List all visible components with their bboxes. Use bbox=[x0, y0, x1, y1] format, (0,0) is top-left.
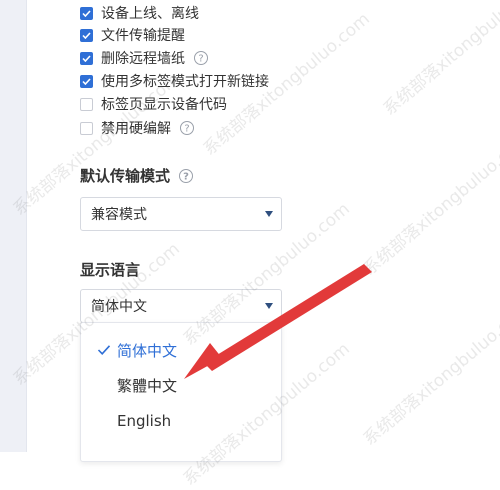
watermark-text: 系统部落xitongbuluo.com bbox=[379, 0, 500, 120]
help-circle-icon[interactable]: ? bbox=[193, 50, 209, 66]
option-label: 删除远程墙纸 bbox=[101, 51, 185, 67]
language-option-simplified-chinese[interactable]: 简体中文 bbox=[81, 335, 281, 365]
option-label: 文件传输提醒 bbox=[101, 28, 185, 44]
checkmark-icon bbox=[97, 345, 111, 355]
option-disable-hardware-decode[interactable]: 禁用硬编解 ? bbox=[80, 118, 195, 138]
caret-down-icon bbox=[265, 303, 273, 309]
checkbox-checked-icon[interactable] bbox=[80, 74, 93, 88]
option-label: 使用多标签模式打开新链接 bbox=[101, 74, 269, 90]
language-heading: 显示语言 bbox=[80, 259, 140, 280]
checkbox-checked-icon[interactable] bbox=[80, 28, 93, 42]
help-circle-icon[interactable]: ? bbox=[178, 168, 194, 184]
transfer-mode-select[interactable]: 兼容模式 bbox=[80, 197, 282, 231]
transfer-mode-title: 默认传输模式 bbox=[80, 167, 171, 185]
option-label: 标签页显示设备代码 bbox=[101, 97, 227, 113]
svg-text:?: ? bbox=[184, 124, 189, 135]
language-option-english[interactable]: English bbox=[81, 406, 281, 436]
help-circle-icon[interactable]: ? bbox=[179, 120, 195, 136]
checkbox-unchecked-icon[interactable] bbox=[80, 121, 93, 135]
language-option-label: 简体中文 bbox=[117, 341, 178, 360]
watermark-text: 系统部落xitongbuluo.com bbox=[359, 299, 500, 450]
language-value: 简体中文 bbox=[91, 299, 147, 315]
transfer-mode-value: 兼容模式 bbox=[91, 207, 147, 223]
option-label: 设备上线、离线 bbox=[101, 6, 199, 22]
language-option-traditional-chinese[interactable]: 繁體中文 bbox=[81, 370, 281, 400]
option-multi-tab-new-link[interactable]: 使用多标签模式打开新链接 bbox=[80, 71, 269, 91]
transfer-mode-heading: 默认传输模式 ? bbox=[80, 165, 194, 186]
svg-text:?: ? bbox=[183, 171, 189, 182]
sidebar-divider bbox=[26, 0, 27, 452]
option-label: 禁用硬编解 bbox=[101, 121, 171, 137]
checkbox-unchecked-icon[interactable] bbox=[80, 97, 93, 111]
caret-down-icon bbox=[265, 211, 273, 217]
language-title: 显示语言 bbox=[80, 261, 141, 279]
option-file-transfer-reminder[interactable]: 文件传输提醒 bbox=[80, 25, 185, 45]
language-option-label: 繁體中文 bbox=[117, 376, 178, 395]
language-select[interactable]: 简体中文 bbox=[80, 289, 282, 323]
watermark-text: 系统部落xitongbuluo.com bbox=[359, 129, 500, 280]
option-delete-remote-wallpaper[interactable]: 删除远程墙纸 ? bbox=[80, 48, 209, 68]
language-dropdown-menu: 简体中文 繁體中文 English bbox=[80, 322, 282, 462]
svg-text:?: ? bbox=[198, 54, 203, 65]
checkbox-checked-icon[interactable] bbox=[80, 51, 93, 65]
option-tab-show-device-code[interactable]: 标签页显示设备代码 bbox=[80, 94, 227, 114]
option-device-online-offline[interactable]: 设备上线、离线 bbox=[80, 3, 199, 23]
checkbox-checked-icon[interactable] bbox=[80, 6, 93, 20]
language-option-label: English bbox=[117, 412, 172, 430]
left-sidebar-rail bbox=[0, 0, 26, 452]
